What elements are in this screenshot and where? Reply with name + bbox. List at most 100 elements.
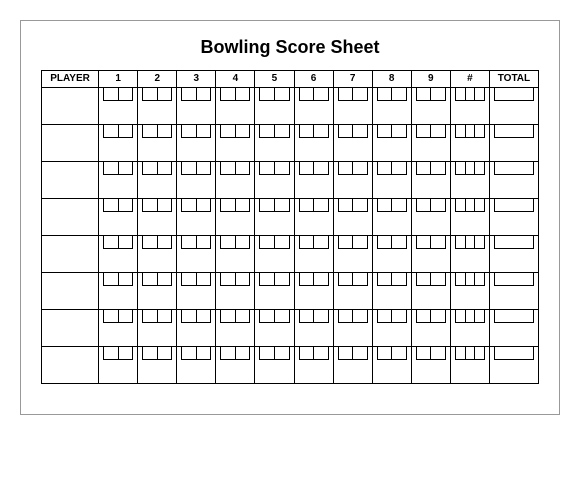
ball-box[interactable] bbox=[455, 273, 466, 286]
ball-box[interactable] bbox=[475, 236, 485, 249]
ball-box[interactable] bbox=[275, 347, 290, 360]
ball-box[interactable] bbox=[377, 125, 393, 138]
frame-cell[interactable] bbox=[255, 310, 294, 347]
frame-cell[interactable] bbox=[372, 125, 411, 162]
frame-cell[interactable] bbox=[372, 310, 411, 347]
ball-box[interactable] bbox=[416, 310, 432, 323]
ball-box[interactable] bbox=[181, 273, 197, 286]
frame-cell[interactable] bbox=[333, 162, 372, 199]
ball-box[interactable] bbox=[103, 125, 119, 138]
ball-box[interactable] bbox=[220, 199, 236, 212]
ball-box[interactable] bbox=[392, 125, 407, 138]
ball-box[interactable] bbox=[416, 162, 432, 175]
ball-box[interactable] bbox=[236, 236, 251, 249]
ball-box[interactable] bbox=[236, 199, 251, 212]
ball-box[interactable] bbox=[299, 347, 315, 360]
frame-cell[interactable] bbox=[216, 273, 255, 310]
frame-cell[interactable] bbox=[450, 162, 489, 199]
frame-cell[interactable] bbox=[294, 199, 333, 236]
ball-box[interactable] bbox=[103, 273, 119, 286]
ball-box[interactable] bbox=[353, 125, 368, 138]
frame-cell[interactable] bbox=[372, 88, 411, 125]
ball-box[interactable] bbox=[275, 162, 290, 175]
frame-cell[interactable] bbox=[450, 236, 489, 273]
frame-cell[interactable] bbox=[372, 273, 411, 310]
frame-cell[interactable] bbox=[411, 273, 450, 310]
frame-cell[interactable] bbox=[450, 310, 489, 347]
frame-cell[interactable] bbox=[138, 273, 177, 310]
frame-cell[interactable] bbox=[450, 273, 489, 310]
frame-cell[interactable] bbox=[411, 162, 450, 199]
frame-cell[interactable] bbox=[255, 236, 294, 273]
ball-box[interactable] bbox=[142, 162, 158, 175]
frame-cell[interactable] bbox=[255, 88, 294, 125]
ball-box[interactable] bbox=[220, 162, 236, 175]
ball-box[interactable] bbox=[392, 347, 407, 360]
ball-box[interactable] bbox=[119, 310, 134, 323]
ball-box[interactable] bbox=[314, 236, 329, 249]
ball-box[interactable] bbox=[197, 273, 212, 286]
ball-box[interactable] bbox=[431, 162, 446, 175]
frame-cell[interactable] bbox=[216, 125, 255, 162]
ball-box[interactable] bbox=[431, 347, 446, 360]
ball-box[interactable] bbox=[377, 236, 393, 249]
frame-cell[interactable] bbox=[372, 162, 411, 199]
frame-cell[interactable] bbox=[333, 310, 372, 347]
frame-cell[interactable] bbox=[255, 125, 294, 162]
frame-cell[interactable] bbox=[216, 162, 255, 199]
frame-cell[interactable] bbox=[99, 310, 138, 347]
player-name-cell[interactable] bbox=[42, 162, 99, 199]
ball-box[interactable] bbox=[197, 162, 212, 175]
ball-box[interactable] bbox=[466, 310, 476, 323]
ball-box[interactable] bbox=[353, 273, 368, 286]
frame-cell[interactable] bbox=[177, 88, 216, 125]
ball-box[interactable] bbox=[314, 199, 329, 212]
ball-box[interactable] bbox=[299, 88, 315, 101]
ball-box[interactable] bbox=[259, 199, 275, 212]
frame-cell[interactable] bbox=[333, 236, 372, 273]
ball-box[interactable] bbox=[220, 310, 236, 323]
ball-box[interactable] bbox=[392, 162, 407, 175]
player-name-cell[interactable] bbox=[42, 125, 99, 162]
ball-box[interactable] bbox=[275, 273, 290, 286]
ball-box[interactable] bbox=[259, 310, 275, 323]
ball-box[interactable] bbox=[338, 162, 354, 175]
ball-box[interactable] bbox=[338, 273, 354, 286]
frame-cell[interactable] bbox=[294, 162, 333, 199]
ball-box[interactable] bbox=[181, 125, 197, 138]
frame-cell[interactable] bbox=[450, 88, 489, 125]
ball-box[interactable] bbox=[259, 347, 275, 360]
frame-cell[interactable] bbox=[216, 88, 255, 125]
frame-cell[interactable] bbox=[216, 347, 255, 384]
ball-box[interactable] bbox=[392, 199, 407, 212]
ball-box[interactable] bbox=[416, 347, 432, 360]
frame-cell[interactable] bbox=[177, 236, 216, 273]
ball-box[interactable] bbox=[299, 199, 315, 212]
ball-box[interactable] bbox=[158, 88, 173, 101]
ball-box[interactable] bbox=[103, 162, 119, 175]
frame-cell[interactable] bbox=[333, 273, 372, 310]
ball-box[interactable] bbox=[197, 199, 212, 212]
frame-cell[interactable] bbox=[138, 347, 177, 384]
ball-box[interactable] bbox=[338, 310, 354, 323]
ball-box[interactable] bbox=[416, 199, 432, 212]
frame-cell[interactable] bbox=[255, 199, 294, 236]
ball-box[interactable] bbox=[142, 236, 158, 249]
ball-box[interactable] bbox=[236, 88, 251, 101]
ball-box[interactable] bbox=[475, 199, 485, 212]
frame-cell[interactable] bbox=[333, 125, 372, 162]
frame-cell[interactable] bbox=[177, 162, 216, 199]
player-name-cell[interactable] bbox=[42, 199, 99, 236]
ball-box[interactable] bbox=[475, 88, 485, 101]
ball-box[interactable] bbox=[119, 125, 134, 138]
ball-box[interactable] bbox=[338, 347, 354, 360]
frame-cell[interactable] bbox=[99, 273, 138, 310]
frame-cell[interactable] bbox=[372, 236, 411, 273]
frame-cell[interactable] bbox=[411, 236, 450, 273]
player-name-cell[interactable] bbox=[42, 310, 99, 347]
ball-box[interactable] bbox=[299, 310, 315, 323]
frame-cell[interactable] bbox=[450, 347, 489, 384]
ball-box[interactable] bbox=[158, 125, 173, 138]
ball-box[interactable] bbox=[158, 199, 173, 212]
ball-box[interactable] bbox=[103, 88, 119, 101]
